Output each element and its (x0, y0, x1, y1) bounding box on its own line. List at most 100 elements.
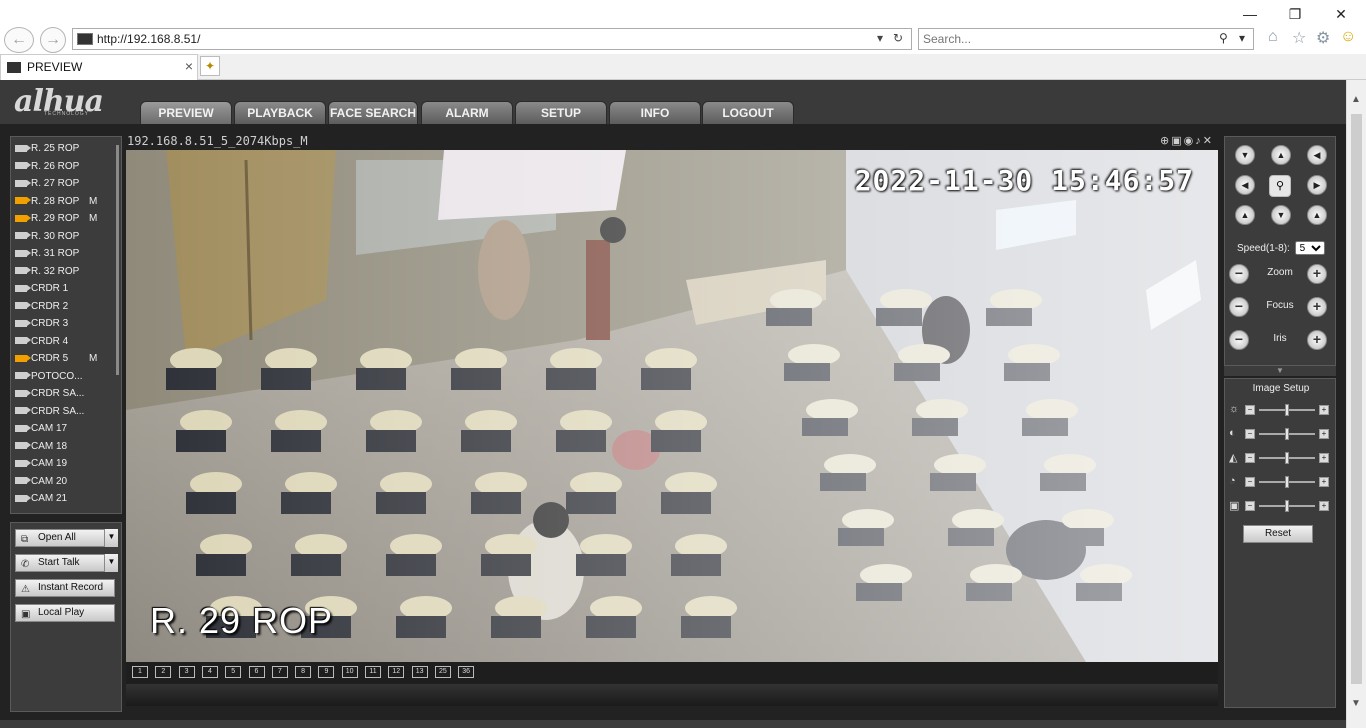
audio-icon[interactable]: ♪ (1195, 135, 1203, 147)
channel-item[interactable]: CRDR SA... (15, 388, 84, 404)
scroll-up-icon[interactable]: ▲ (1351, 94, 1361, 105)
focus-plus-button[interactable]: + (1307, 297, 1327, 317)
layout-2-button[interactable]: 2 (155, 666, 172, 678)
slider-thumb[interactable] (1285, 428, 1289, 440)
channel-item[interactable]: CRDR 4 (15, 336, 68, 352)
slider-thumb[interactable] (1285, 404, 1289, 416)
decrease-button[interactable]: − (1245, 477, 1255, 487)
reset-button[interactable]: Reset (1243, 525, 1313, 543)
start-talk-dropdown-icon[interactable]: ▼ (104, 554, 118, 572)
channel-item[interactable]: R. 31 ROP (15, 248, 79, 264)
nav-tab-logout[interactable]: LOGOUT (702, 101, 794, 125)
favorites-star-icon[interactable]: ☆ (1292, 28, 1306, 48)
layout-13-button[interactable]: 13 (411, 666, 428, 678)
slider-thumb[interactable] (1285, 452, 1289, 464)
channel-item[interactable]: R. 28 ROP M (15, 196, 97, 212)
decrease-button[interactable]: − (1245, 429, 1255, 439)
open-all-button[interactable]: ⧉ Open All ▼ (15, 529, 118, 547)
home-icon[interactable]: ⌂ (1268, 28, 1278, 46)
layout-1-button[interactable]: 1 (132, 666, 148, 678)
ptz-auto-icon[interactable]: ⚲ (1269, 175, 1291, 197)
refresh-icon[interactable]: ↻ (893, 31, 903, 45)
feedback-smiley-icon[interactable]: ☺ (1340, 28, 1356, 46)
ptz-collapse-icon[interactable]: ▼ (1224, 366, 1336, 376)
ptz-left-button[interactable]: ◀ (1235, 175, 1255, 195)
forward-button[interactable]: → (40, 27, 66, 53)
snapshot-icon[interactable]: ▣ (1171, 135, 1183, 147)
channel-item[interactable]: CAM 18 (15, 441, 67, 457)
new-tab-button[interactable]: ✦ (200, 56, 220, 76)
zoom-in-button[interactable]: + (1307, 264, 1327, 284)
nav-tab-preview[interactable]: PREVIEW (140, 101, 232, 125)
scroll-down-icon[interactable]: ▼ (1351, 698, 1361, 709)
record-icon[interactable]: ◉ (1184, 135, 1196, 147)
layout-9-button[interactable]: 9 (318, 666, 335, 678)
decrease-button[interactable]: − (1245, 453, 1255, 463)
increase-button[interactable]: + (1319, 429, 1329, 439)
search-dropdown-icon[interactable]: ▾ (1239, 31, 1245, 45)
ptz-down-left-button[interactable]: ▲ (1235, 205, 1255, 225)
channel-item[interactable]: CAM 21 (15, 493, 67, 509)
increase-button[interactable]: + (1319, 501, 1329, 511)
slider-thumb[interactable] (1285, 476, 1289, 488)
start-talk-button[interactable]: ✆ Start Talk ▼ (15, 554, 118, 572)
search-input[interactable] (923, 31, 1213, 47)
ptz-down-right-button[interactable]: ▲ (1307, 205, 1327, 225)
channel-item[interactable]: R. 29 ROP M (15, 213, 97, 229)
channel-item[interactable]: CRDR 3 (15, 318, 68, 334)
settings-gear-icon[interactable]: ⚙ (1316, 28, 1330, 48)
address-dropdown-icon[interactable]: ▾ (877, 31, 883, 45)
channel-item[interactable]: CRDR 1 (15, 283, 68, 299)
layout-3-button[interactable]: 3 (178, 666, 195, 678)
layout-10-button[interactable]: 10 (341, 666, 358, 678)
search-box[interactable]: ⚲ ▾ (918, 28, 1254, 50)
channel-item[interactable]: R. 30 ROP (15, 231, 79, 247)
iris-plus-button[interactable]: + (1307, 330, 1327, 350)
nav-tab-playback[interactable]: PLAYBACK (234, 101, 326, 125)
address-bar[interactable]: http://192.168.8.51/ ▾ ↻ (72, 28, 912, 50)
ptz-right-button[interactable]: ▶ (1307, 175, 1327, 195)
nav-tab-setup[interactable]: SETUP (515, 101, 607, 125)
increase-button[interactable]: + (1319, 453, 1329, 463)
increase-button[interactable]: + (1319, 477, 1329, 487)
layout-7-button[interactable]: 7 (271, 666, 288, 678)
back-button[interactable]: ← (4, 27, 34, 53)
page-scrollbar[interactable]: ▲ ▼ (1346, 80, 1366, 728)
layout-8-button[interactable]: 8 (295, 666, 312, 678)
layout-11-button[interactable]: 11 (365, 666, 381, 678)
search-icon[interactable]: ⚲ (1219, 31, 1228, 45)
channel-item[interactable]: CAM 17 (15, 423, 67, 439)
layout-12-button[interactable]: 12 (388, 666, 405, 678)
channel-item[interactable]: R. 27 ROP (15, 178, 79, 194)
zoom-out-button[interactable]: − (1229, 264, 1249, 284)
close-video-icon[interactable]: ✕ (1203, 135, 1214, 147)
layout-36-button[interactable]: 36 (458, 666, 475, 678)
channel-item[interactable]: CAM 20 (15, 476, 67, 492)
tab-close-icon[interactable]: × (185, 58, 193, 74)
restore-button[interactable]: ❐ (1283, 4, 1307, 24)
channel-item[interactable]: CRDR 5 M (15, 353, 97, 369)
channel-item[interactable]: CRDR 2 (15, 301, 68, 317)
ptz-up-left-button[interactable]: ▼ (1235, 145, 1255, 165)
slider-thumb[interactable] (1285, 500, 1289, 512)
decrease-button[interactable]: − (1245, 501, 1255, 511)
live-video[interactable]: 2022-11-30 15:46:57 R. 29 ROP (126, 150, 1218, 662)
open-all-dropdown-icon[interactable]: ▼ (104, 529, 118, 547)
increase-button[interactable]: + (1319, 405, 1329, 415)
decrease-button[interactable]: − (1245, 405, 1255, 415)
layout-25-button[interactable]: 25 (434, 666, 451, 678)
channel-item[interactable]: POTOCO... (15, 371, 83, 387)
channel-item[interactable]: R. 32 ROP (15, 266, 79, 282)
ptz-up-right-button[interactable]: ◀ (1307, 145, 1327, 165)
iris-minus-button[interactable]: − (1229, 330, 1249, 350)
nav-tab-alarm[interactable]: ALARM (421, 101, 513, 125)
ptz-speed-select[interactable]: 5 (1294, 241, 1325, 255)
focus-minus-button[interactable]: − (1229, 297, 1249, 317)
channel-item[interactable]: R. 26 ROP (15, 161, 79, 177)
layout-6-button[interactable]: 6 (248, 666, 265, 678)
close-window-button[interactable]: ✕ (1329, 4, 1353, 24)
ptz-up-button[interactable]: ▲ (1271, 145, 1291, 165)
scrollbar-thumb[interactable] (1351, 114, 1362, 684)
nav-tab-info[interactable]: INFO (609, 101, 701, 125)
tab-preview[interactable]: PREVIEW × (0, 54, 198, 80)
